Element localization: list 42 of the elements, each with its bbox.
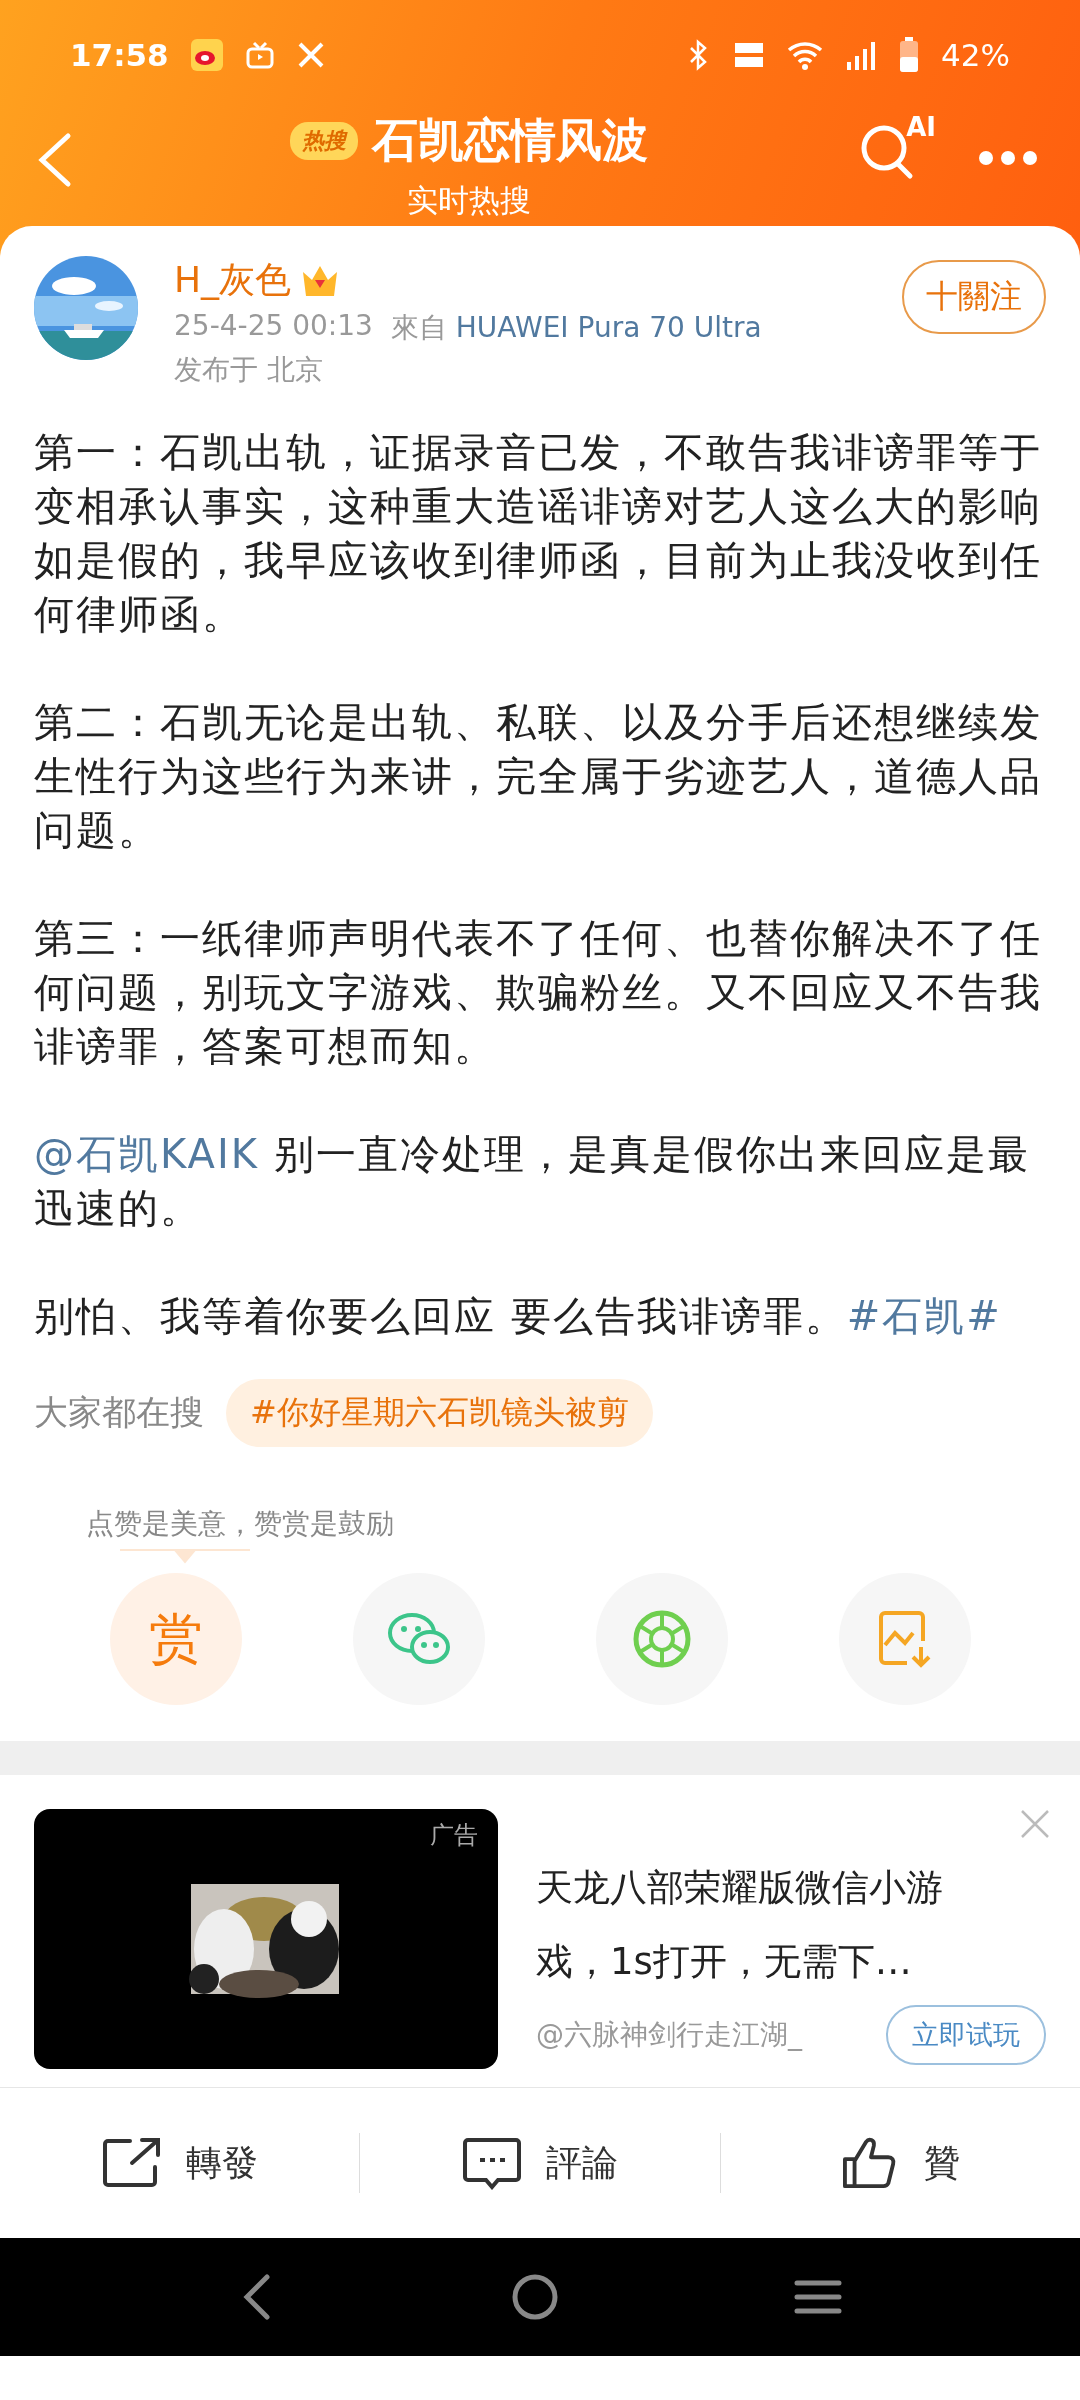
wifi-icon xyxy=(787,40,824,70)
post-location: 发布于 北京 xyxy=(174,352,324,388)
reward-hint: 点赞是美意，赞赏是鼓励 xyxy=(86,1506,394,1542)
x-icon xyxy=(296,41,325,69)
more-icon[interactable] xyxy=(978,150,1038,166)
post-paragraph: 第一：石凯出轨，证据录音已发，不敢告我诽谤罪等于变相承认事实，这种重大造谣诽谤对艺人这么大的影响如是假的，我早应该收到律师函，目前为止我没收到任何律师函。 xyxy=(34,428,1043,639)
trending-label: 大家都在搜 xyxy=(34,1391,204,1434)
play-now-button[interactable]: 立即试玩 xyxy=(886,2005,1046,2065)
source-label: 來自 HUAWEI Pura 70 Ultra xyxy=(390,310,762,346)
follow-button[interactable]: 十關注 xyxy=(902,260,1046,334)
reward-button[interactable]: 赏 xyxy=(109,1573,242,1705)
aperture-icon xyxy=(631,1609,692,1669)
tv-icon xyxy=(244,40,275,70)
topic-title: 石凯恋情风波 xyxy=(372,112,648,169)
comment-button[interactable]: 評論 xyxy=(360,2088,720,2238)
repost-button[interactable]: 轉發 xyxy=(0,2088,360,2238)
mention-link[interactable]: @石凯KAIK xyxy=(34,1131,259,1177)
weibo-icon xyxy=(190,39,223,71)
status-time: 17:58 xyxy=(70,37,169,73)
signal-icon xyxy=(845,40,878,70)
battery-level: 42% xyxy=(941,37,1010,73)
ad-label: 广告 xyxy=(430,1820,478,1851)
hot-search-badge: 热搜 xyxy=(290,122,358,160)
image-download-icon xyxy=(876,1609,933,1669)
post-paragraph: 别怕、我等着你要么回应 要么告我诽谤罪。#石凯# xyxy=(34,1292,1003,1341)
battery-icon xyxy=(899,37,920,73)
post-time: 25-4-25 00:13 xyxy=(174,309,373,344)
post-paragraph: 第二：石凯无论是出轨、私联、以及分手后还想继续发生性行为这些行为来讲，完全属于劣迹艺人，道德人品问题。 xyxy=(34,698,1043,855)
hashtag-link[interactable]: #石凯# xyxy=(846,1293,1002,1339)
advertiser-name: @六脉神剑行走江湖_ xyxy=(536,2017,802,2053)
home-icon[interactable] xyxy=(510,2272,560,2322)
close-icon[interactable] xyxy=(1020,1809,1050,1839)
trending-tag[interactable]: #你好星期六石凯镜头被剪 xyxy=(226,1379,653,1447)
ai-label: AI xyxy=(906,112,936,142)
share-icon xyxy=(101,2136,162,2190)
ad-title[interactable]: 天龙八部荣耀版微信小游戏，1s打开，无需下… xyxy=(536,1851,946,1999)
comment-icon xyxy=(462,2136,522,2190)
topic-subtitle: 实时热搜 xyxy=(407,181,531,220)
post-paragraph: @石凯KAIK 别一直冷处理，是真是假你出来回应是最迅速的。 xyxy=(34,1130,1031,1233)
author-name[interactable]: H_灰色 xyxy=(174,256,292,305)
post-paragraph: 第三：一纸律师声明代表不了任何、也替你解决不了任何问题，别玩文字游戏、欺骗粉丝。又不回应又不告我诽谤罪，答案可想而知。 xyxy=(34,914,1043,1071)
like-button[interactable]: 贊 xyxy=(720,2088,1080,2238)
